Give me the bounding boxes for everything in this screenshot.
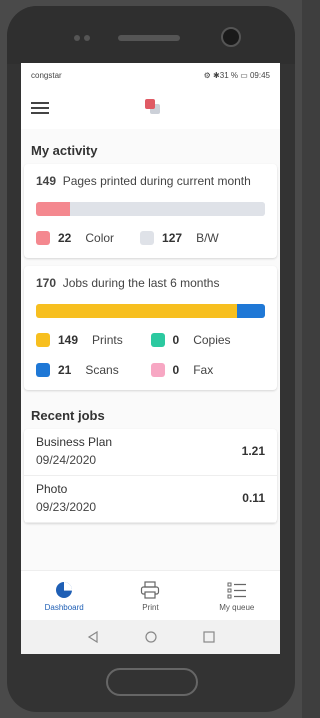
- nav-dashboard[interactable]: Dashboard: [21, 571, 107, 621]
- copies-label: Copies: [193, 333, 231, 347]
- jobs-card-header: 170 Jobs during the last 6 months: [36, 276, 265, 290]
- job-row[interactable]: Business Plan 09/24/2020 1.21: [24, 429, 277, 476]
- screen: congstar ⚙ ✱31 % ▭ 09:45 My activity 149…: [21, 63, 280, 654]
- legend-prints: 149 Prints: [36, 330, 151, 350]
- fax-label: Fax: [193, 363, 214, 377]
- copies-swatch: [150, 333, 165, 347]
- scans-bar-fill: [236, 304, 265, 318]
- prints-label: Prints: [92, 333, 123, 347]
- legend-color: 22 Color: [36, 228, 114, 248]
- jobs-text: Jobs during the last 6 months: [62, 276, 220, 290]
- pages-bar: [36, 202, 265, 216]
- color-value: 22: [58, 231, 72, 245]
- pages-count: 149: [36, 174, 57, 188]
- system-navigation: [21, 620, 280, 654]
- jobs-legend: 149 Prints 0 Copies 21 Scans 0 Fax: [36, 330, 265, 380]
- color-label: Color: [85, 231, 115, 245]
- nav-queue[interactable]: My queue: [194, 571, 280, 621]
- nav-print-label: Print: [142, 602, 159, 612]
- phone-frame: congstar ⚙ ✱31 % ▭ 09:45 My activity 149…: [0, 0, 302, 718]
- bw-swatch: [140, 231, 155, 245]
- job-value: 1.21: [241, 444, 265, 458]
- pages-card-header: 149 Pages printed during current month: [36, 174, 265, 188]
- app-logo: [145, 99, 163, 117]
- legend-scans: 21 Scans: [36, 360, 151, 380]
- pages-card: 149 Pages printed during current month 2…: [24, 164, 277, 258]
- job-row[interactable]: Photo 09/23/2020 0.11: [24, 476, 277, 523]
- fax-swatch: [150, 363, 165, 377]
- app-bar: [21, 87, 280, 129]
- jobs-card: 170 Jobs during the last 6 months 149 Pr…: [24, 266, 277, 390]
- pages-legend: 22 Color 127 B/W: [36, 228, 265, 248]
- front-camera: [221, 27, 241, 47]
- status-bar: congstar ⚙ ✱31 % ▭ 09:45: [21, 63, 280, 87]
- job-name: Business Plan: [36, 435, 113, 449]
- bottom-navigation: Dashboard Print My queue: [21, 570, 280, 621]
- color-swatch: [36, 231, 50, 245]
- copies-value: 0: [172, 333, 180, 347]
- prints-bar-fill: [36, 304, 237, 318]
- sensor-dots: [74, 35, 90, 41]
- job-date: 09/24/2020: [36, 453, 97, 467]
- status-right: ⚙ ✱31 % ▭ 09:45: [203, 70, 270, 80]
- fax-value: 0: [172, 363, 180, 377]
- bw-bar-fill: [69, 202, 265, 216]
- back-icon[interactable]: [86, 630, 100, 644]
- jobs-count: 170: [36, 276, 57, 290]
- list-icon: [227, 581, 247, 599]
- hardware-home-button[interactable]: [106, 668, 198, 696]
- job-value: 0.11: [242, 491, 265, 505]
- bw-value: 127: [162, 231, 183, 245]
- legend-copies: 0 Copies: [150, 330, 266, 350]
- scans-swatch: [36, 363, 50, 377]
- recents-icon[interactable]: [202, 630, 216, 644]
- legend-fax: 0 Fax: [150, 360, 266, 380]
- scans-value: 21: [58, 363, 72, 377]
- pie-chart-icon: [55, 581, 73, 599]
- pages-text: Pages printed during current month: [62, 174, 251, 188]
- nav-print[interactable]: Print: [107, 571, 193, 621]
- prints-value: 149: [58, 333, 79, 347]
- recent-jobs-list: Business Plan 09/24/2020 1.21 Photo 09/2…: [24, 429, 277, 523]
- nav-dashboard-label: Dashboard: [44, 602, 84, 612]
- bw-label: B/W: [196, 231, 219, 245]
- carrier-name: congstar: [31, 70, 62, 80]
- nav-queue-label: My queue: [219, 602, 255, 612]
- jobs-bar: [36, 304, 265, 318]
- recent-jobs-title: Recent jobs: [31, 408, 105, 423]
- color-bar-fill: [36, 202, 70, 216]
- menu-icon[interactable]: [31, 102, 49, 114]
- printer-icon: [140, 580, 160, 599]
- home-icon[interactable]: [144, 630, 158, 644]
- speaker-grille: [118, 35, 180, 41]
- job-date: 09/23/2020: [36, 500, 97, 514]
- activity-title: My activity: [31, 143, 98, 158]
- scans-label: Scans: [85, 363, 119, 377]
- job-name: Photo: [36, 482, 68, 496]
- prints-swatch: [36, 333, 50, 347]
- legend-bw: 127 B/W: [140, 228, 219, 248]
